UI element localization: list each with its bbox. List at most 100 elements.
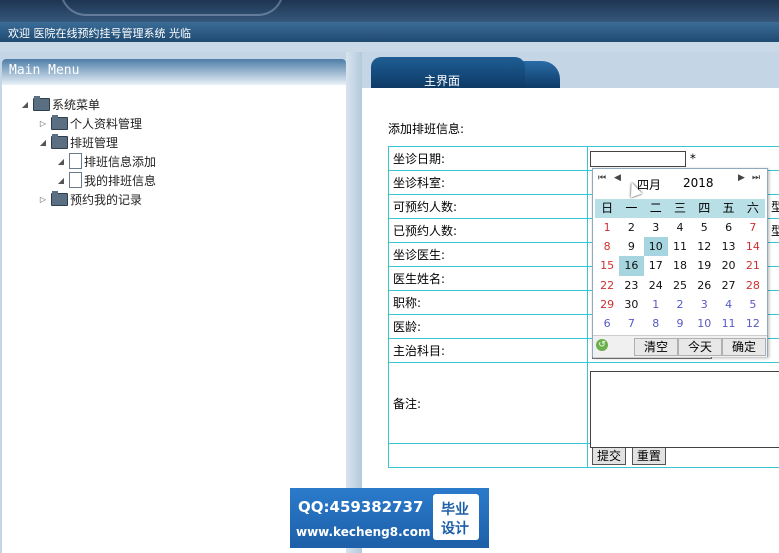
expand-triangle-icon[interactable]: ◢ (20, 100, 30, 109)
date-input[interactable] (590, 150, 686, 167)
calendar-day[interactable]: 5 (741, 295, 765, 314)
calendar-day[interactable]: 4 (716, 295, 740, 314)
calendar-day[interactable]: 25 (668, 276, 692, 295)
calendar-day[interactable]: 1 (644, 295, 668, 314)
document-icon (69, 172, 82, 188)
calendar-weekdays: 日一二三四五六 (595, 199, 765, 218)
next-month-icon[interactable]: ▶ (738, 173, 745, 183)
collapse-triangle-icon[interactable]: ▷ (38, 119, 48, 128)
calendar-day[interactable]: 10 (692, 314, 716, 333)
today-button[interactable]: 今天 (678, 338, 722, 356)
calendar-day[interactable]: 26 (692, 276, 716, 295)
calendar-day[interactable]: 3 (644, 218, 668, 237)
label-title: 职称: (388, 290, 588, 315)
tree-item-schedule[interactable]: ◢ 排班管理 (38, 133, 118, 151)
calendar-day[interactable]: 15 (595, 256, 619, 275)
refresh-icon[interactable]: ↺ (596, 339, 608, 351)
badge-line-2: 设计 (441, 521, 469, 537)
watermark-url: www.kecheng8.com (296, 525, 431, 539)
weekday-label: 四 (698, 201, 711, 215)
tree-item-schedule-add[interactable]: ◢ 排班信息添加 (56, 152, 156, 170)
submit-button[interactable]: 提交 (592, 446, 627, 465)
calendar-day[interactable]: 12 (692, 237, 716, 256)
label-department: 坐诊科室: (388, 170, 588, 195)
calendar-day[interactable]: 11 (716, 314, 740, 333)
tab-main-label: 主界面 (424, 74, 461, 88)
calendar-day[interactable]: 27 (716, 276, 740, 295)
clear-button[interactable]: 清空 (634, 338, 678, 356)
calendar-day[interactable]: 3 (692, 295, 716, 314)
label-experience: 医龄: (388, 314, 588, 339)
calendar-day[interactable]: 18 (668, 256, 692, 275)
calendar-day[interactable]: 30 (619, 295, 643, 314)
sidebar: Main Menu ◢ 系统菜单 ▷ 个人资料管理 ◢ 排班管理 ◢ 排班信息添… (2, 59, 346, 553)
label-major: 主治科目: (388, 338, 588, 363)
calendar-day[interactable]: 9 (668, 314, 692, 333)
tree-item-my-schedule[interactable]: ◢ 我的排班信息 (56, 171, 156, 189)
calendar-day[interactable]: 21 (741, 256, 765, 275)
calendar-day[interactable]: 5 (692, 218, 716, 237)
weekday-label: 一 (625, 201, 638, 215)
calendar-day[interactable]: 19 (692, 256, 716, 275)
leaf-triangle-icon: ◢ (57, 175, 65, 185)
calendar-year[interactable]: 2018 (683, 176, 714, 190)
panel-divider[interactable] (346, 52, 362, 553)
tree-item-personal[interactable]: ▷ 个人资料管理 (38, 114, 142, 132)
calendar-day[interactable]: 23 (619, 276, 643, 295)
label-capacity: 可预约人数: (388, 194, 588, 219)
calendar-footer: ↺ 清空 今天 确定 (593, 335, 767, 357)
calendar-day[interactable]: 1 (595, 218, 619, 237)
tree-item-my-appointments[interactable]: ▷ 预约我的记录 (38, 190, 142, 208)
calendar-day[interactable]: 13 (716, 237, 740, 256)
calendar-day[interactable]: 8 (595, 237, 619, 256)
calendar-day[interactable]: 20 (716, 256, 740, 275)
calendar-day[interactable]: 9 (619, 237, 643, 256)
tree-item-label: 我的排班信息 (84, 173, 157, 188)
welcome-bar: 欢迎 医院在线预约挂号管理系统 光临 (0, 22, 779, 42)
tree-item-root[interactable]: ◢ 系统菜单 (20, 95, 100, 113)
ok-button[interactable]: 确定 (722, 338, 766, 356)
calendar-day[interactable]: 6 (595, 314, 619, 333)
calendar-day[interactable]: 2 (619, 218, 643, 237)
reset-button[interactable]: 重置 (631, 446, 666, 465)
header-band (0, 42, 779, 52)
calendar-day[interactable]: 12 (741, 314, 765, 333)
calendar-day[interactable]: 22 (595, 276, 619, 295)
actions-spacer (388, 443, 588, 468)
calendar-day[interactable]: 28 (741, 276, 765, 295)
prev-month-icon[interactable]: ◀ (614, 173, 621, 183)
calendar-day[interactable]: 2 (668, 295, 692, 314)
weekday-label: 五 (722, 201, 735, 215)
prev-year-icon[interactable]: ⏮ (598, 173, 606, 183)
menu-title-bar: Main Menu (2, 59, 346, 85)
calendar-day[interactable]: 11 (668, 237, 692, 256)
date-picker-popup: ⏮ ◀ 四月 2018 ▶ ⏭ 日一二三四五六 1 2 3 4 5 6 7 8 9 10 11 12 1… (592, 168, 768, 357)
folder-icon (51, 133, 68, 149)
calendar-days: 1 2 3 4 5 6 7 8 9 10 11 12 13 14 15 16 17 18 19 20 21 22 23 24 2… (595, 218, 765, 333)
label-doctor-name: 医生姓名: (388, 266, 588, 291)
calendar-day[interactable]: 17 (644, 256, 668, 275)
remark-textarea[interactable] (590, 371, 779, 448)
weekday-label: 三 (673, 201, 686, 215)
partial-text: 型 (770, 200, 779, 214)
weekday-label: 日 (601, 201, 614, 215)
label-date: 坐诊日期: (388, 146, 588, 171)
tab-main[interactable]: 主界面 (371, 57, 525, 88)
tree-item-label: 排班信息添加 (84, 154, 157, 169)
next-year-icon[interactable]: ⏭ (752, 173, 760, 183)
expand-triangle-icon[interactable]: ◢ (38, 138, 48, 147)
calendar-day[interactable]: 6 (716, 218, 740, 237)
calendar-day[interactable]: 16 (619, 256, 644, 276)
calendar-day[interactable]: 7 (741, 218, 765, 237)
calendar-day[interactable]: 29 (595, 295, 619, 314)
calendar-day[interactable]: 4 (668, 218, 692, 237)
badge-line-1: 毕业 (441, 502, 469, 518)
collapse-triangle-icon[interactable]: ▷ (38, 195, 48, 204)
leaf-triangle-icon: ◢ (57, 156, 65, 166)
calendar-day[interactable]: 14 (741, 237, 765, 256)
calendar-day[interactable]: 7 (619, 314, 643, 333)
calendar-day[interactable]: 24 (644, 276, 668, 295)
folder-icon (51, 114, 68, 130)
calendar-day[interactable]: 8 (644, 314, 668, 333)
calendar-day[interactable]: 10 (643, 237, 668, 257)
